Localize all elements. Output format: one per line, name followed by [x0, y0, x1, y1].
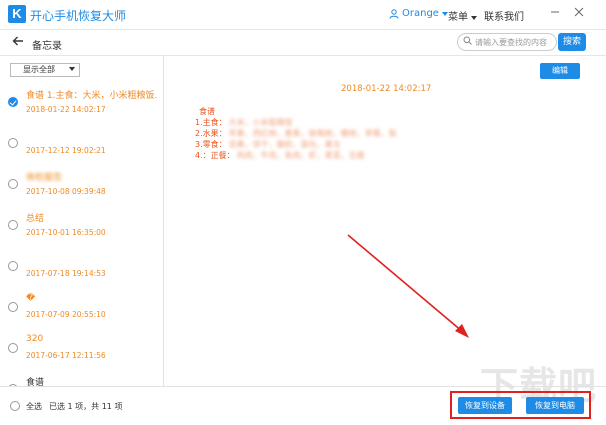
user-menu[interactable]: Orange — [389, 8, 448, 19]
checkbox-checked[interactable] — [8, 97, 18, 107]
list-item[interactable]: 总结 2017-10-01 16:35:00 — [0, 205, 163, 246]
note-date: 2017-07-18 19:14:53 — [26, 269, 106, 278]
checkbox[interactable] — [8, 261, 18, 271]
search-icon — [463, 36, 472, 48]
checkbox[interactable] — [8, 138, 18, 148]
checkbox[interactable] — [8, 343, 18, 353]
note-line-label: 3.零食： — [195, 140, 227, 149]
note-line-label: 1.主食： — [195, 118, 227, 127]
checkbox[interactable] — [8, 302, 18, 312]
note-date: 2017-06-17 12:11:56 — [26, 351, 106, 360]
close-icon — [574, 7, 584, 20]
select-all-label[interactable]: 全选 — [26, 401, 42, 412]
list-item[interactable]: 体检报告 2017-10-08 09:39:48 — [0, 164, 163, 205]
checkbox[interactable] — [8, 220, 18, 230]
note-line-content: 苹果，西红柿，香蕉，猕猴桃，樱桃，草莓，梨 — [228, 129, 397, 138]
note-date: 2017-10-01 16:35:00 — [26, 228, 106, 237]
close-button[interactable] — [570, 4, 588, 22]
title-bar: K 开心手机恢复大师 Orange 菜单 联系我们 — [0, 0, 606, 30]
note-line: 1.主食： 大米，小米粗粮饭 — [195, 117, 397, 128]
note-line-content: 大米，小米粗粮饭 — [228, 118, 293, 127]
note-line-content: 鸡肉，牛肉，鱼肉，虾，青菜，豆腐 — [236, 151, 365, 160]
note-line-label: 2.水果： — [195, 129, 227, 138]
list-item[interactable]: 320 2017-06-17 12:11:56 — [0, 328, 163, 369]
note-line: 2.水果： 苹果，西红柿，香蕉，猕猴桃，樱桃，草莓，梨 — [195, 128, 397, 139]
note-content: 食谱 1.主食： 大米，小米粗粮饭 2.水果： 苹果，西红柿，香蕉，猕猴桃，樱桃… — [195, 106, 397, 161]
filter-select[interactable]: 显示全部 — [10, 63, 80, 77]
minimize-icon — [550, 7, 560, 20]
minimize-button[interactable] — [546, 4, 564, 22]
selection-count: 已选 1 项，共 11 项 — [49, 402, 123, 411]
search-input[interactable] — [475, 37, 555, 47]
note-heading: 食谱 — [199, 107, 215, 116]
notes-list: 食谱 1.主食：大米，小米粗粮饭... 2018-01-22 14:02:17 … — [0, 82, 163, 386]
restore-to-device-button[interactable]: 恢复到设备 — [458, 397, 512, 414]
arrow-left-icon — [12, 35, 24, 50]
note-title: 体检报告 — [26, 173, 63, 183]
edit-button[interactable]: 编辑 — [540, 63, 580, 79]
user-name: Orange — [402, 8, 439, 19]
page-title: 备忘录 — [32, 41, 62, 52]
list-item[interactable]: 食谱 1.主食：大米，小米粗粮饭... 2018-01-22 14:02:17 — [0, 82, 163, 123]
note-line-label: 4.：正餐： — [195, 151, 235, 160]
footer-bar: 全选 已选 1 项，共 11 项 恢复到设备 恢复到电脑 — [0, 386, 606, 425]
app-logo: K — [8, 5, 26, 23]
checkbox[interactable] — [8, 179, 18, 189]
list-item[interactable]: 2017-07-18 19:14:53 — [0, 246, 163, 287]
note-title: 食谱 1.主食：大米，小米粗粮饭... — [26, 91, 158, 101]
filter-label: 显示全部 — [23, 65, 55, 74]
note-date: 2017-12-12 19:02:21 — [26, 146, 106, 155]
chevron-down-icon — [69, 67, 75, 71]
search-button[interactable]: 搜索 — [558, 33, 586, 51]
menu-label: 菜单 — [448, 12, 468, 23]
notes-sidebar: 显示全部 食谱 1.主食：大米，小米粗粮饭... 2018-01-22 14:0… — [0, 56, 164, 386]
restore-to-pc-button[interactable]: 恢复到电脑 — [526, 397, 584, 414]
search-box — [457, 33, 557, 51]
note-date: 2017-10-08 09:39:48 — [26, 187, 106, 196]
note-line: 4.：正餐： 鸡肉，牛肉，鱼肉，虾，青菜，豆腐 — [195, 150, 397, 161]
note-date: 2017-07-09 20:55:10 — [26, 310, 106, 319]
page-header: 备忘录 搜索 — [0, 30, 606, 56]
note-title: � — [26, 293, 36, 303]
note-line: 3.零食： 坚果，饼干，酸奶，面包，果冻 — [195, 139, 397, 150]
annotation-arrow-icon — [347, 234, 469, 338]
note-title: 320 — [26, 334, 44, 344]
note-line-content: 坚果，饼干，酸奶，面包，果冻 — [228, 140, 341, 149]
user-icon — [389, 8, 399, 19]
note-title: 食谱 — [26, 378, 45, 386]
list-item[interactable]: 2017-12-12 19:02:21 — [0, 123, 163, 164]
note-title: 总结 — [26, 214, 45, 224]
select-all-checkbox[interactable] — [10, 401, 20, 411]
back-button[interactable] — [12, 35, 24, 50]
contact-us-link[interactable]: 联系我们 — [484, 8, 524, 23]
app-title: 开心手机恢复大师 — [30, 9, 127, 23]
note-timestamp: 2018-01-22 14:02:17 — [341, 84, 432, 94]
chevron-down-icon — [471, 12, 478, 23]
list-item[interactable]: 食谱 — [0, 369, 163, 386]
note-date: 2018-01-22 14:02:17 — [26, 105, 106, 114]
menu-button[interactable]: 菜单 — [448, 8, 478, 23]
list-item[interactable]: � 2017-07-09 20:55:10 — [0, 287, 163, 328]
